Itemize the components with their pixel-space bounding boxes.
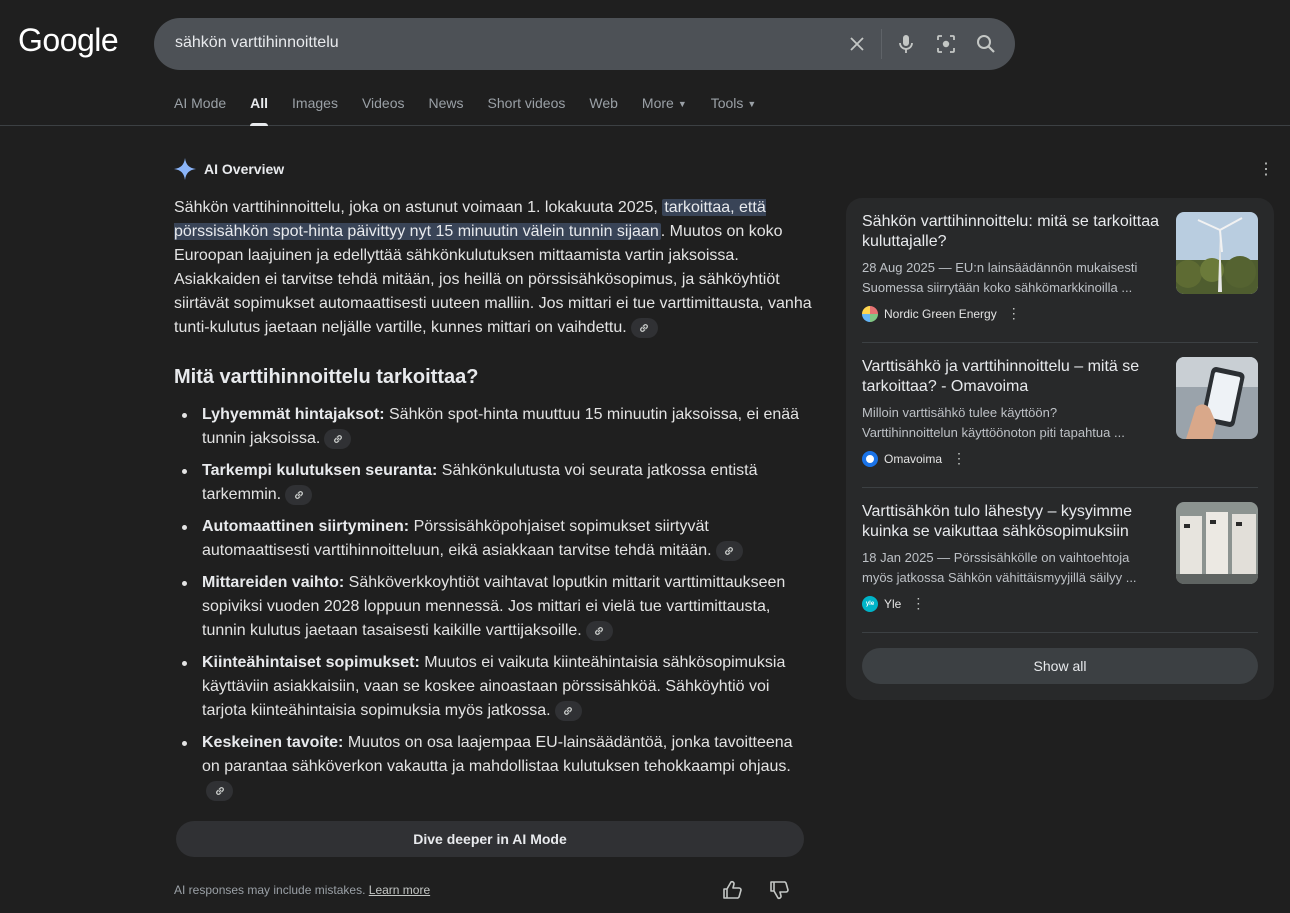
- source-snippet: Milloin varttisähkö tulee käyttöön? Vart…: [862, 403, 1162, 443]
- link-icon[interactable]: [206, 780, 233, 801]
- list-item: Tarkempi kulutuksen seuranta: Sähkönkulu…: [182, 459, 814, 507]
- ai-overview-intro: Sähkön varttihinnoittelu, joka on astunu…: [174, 196, 814, 340]
- tab-label: Videos: [361, 95, 405, 111]
- thumbs-up-icon[interactable]: [721, 879, 745, 903]
- link-icon[interactable]: [715, 540, 743, 561]
- source-thumbnail[interactable]: [1176, 502, 1258, 584]
- tab-label: AI Mode: [174, 95, 227, 111]
- source-card[interactable]: Varttisähkön tulo lähestyy – kysyimme ku…: [862, 488, 1258, 633]
- list-item: Lyhyemmät hintajaksot: Sähkön spot-hinta…: [182, 403, 814, 451]
- more-options-icon[interactable]: ⋮: [1007, 305, 1021, 322]
- bullet-term: Tarkempi kulutuksen seuranta:: [202, 462, 438, 479]
- link-icon[interactable]: [324, 428, 352, 449]
- link-icon[interactable]: [285, 484, 313, 505]
- ai-overview-title: AI Overview: [204, 161, 285, 177]
- tab-label: Tools: [710, 95, 744, 111]
- source-name: Yle: [884, 596, 902, 611]
- source-favicon: [862, 450, 878, 467]
- source-name: Omavoima: [884, 451, 943, 466]
- search-input[interactable]: sähkön varttihinnoittelu: [175, 34, 339, 52]
- source-favicon: yle: [862, 595, 878, 612]
- tab-all[interactable]: All: [250, 95, 268, 126]
- source-title[interactable]: Varttisähkön tulo lähestyy – kysyimme ku…: [862, 502, 1162, 542]
- bullet-term: Automaattinen siirtyminen:: [202, 518, 410, 535]
- tab-label: Images: [292, 95, 338, 111]
- snippet-line: Milloin varttisähkö tulee käyttöön?: [862, 405, 1058, 420]
- microphone-icon[interactable]: [894, 32, 918, 56]
- list-item: Automaattinen siirtyminen: Pörssisähköpo…: [182, 515, 814, 563]
- source-thumbnail[interactable]: [1176, 357, 1258, 439]
- source-snippet: 28 Aug 2025 — EU:n lainsäädännön mukaise…: [862, 258, 1162, 298]
- tab-ai-mode[interactable]: AI Mode: [174, 95, 226, 126]
- tab-videos[interactable]: Videos: [362, 95, 405, 126]
- search-box[interactable]: sähkön varttihinnoittelu: [154, 18, 1015, 70]
- source-attribution: Omavoima ⋮: [862, 450, 966, 467]
- section-heading: Mitä varttihinnoittelu tarkoittaa?: [174, 366, 479, 388]
- link-icon[interactable]: [585, 620, 613, 641]
- more-options-icon[interactable]: ⋮: [1258, 160, 1274, 180]
- tab-short-videos[interactable]: Short videos: [488, 95, 566, 126]
- snippet-line: Varttihinnoittelun käyttöönoton piti tap…: [862, 425, 1125, 440]
- snippet-line: myös jatkossa Sähkön vähittäismyyjillä s…: [862, 570, 1137, 585]
- tab-web[interactable]: Web: [589, 95, 618, 126]
- more-options-icon[interactable]: ⋮: [952, 450, 966, 467]
- source-snippet: 18 Jan 2025 — Pörssisähkölle on vaihtoeh…: [862, 548, 1162, 588]
- lens-icon[interactable]: [934, 32, 958, 56]
- source-card[interactable]: Sähkön varttihinnoittelu: mitä se tarkoi…: [862, 198, 1258, 343]
- bullet-term: Keskeinen tavoite:: [202, 734, 344, 751]
- search-tabs: AI Mode All Images Videos News Short vid…: [174, 95, 780, 126]
- snippet-line: 28 Aug 2025 — EU:n lainsäädännön mukaise…: [862, 260, 1138, 275]
- ai-overview-header: AI Overview: [174, 158, 284, 180]
- ai-overview-content: Sähkön varttihinnoittelu, joka on astunu…: [174, 196, 814, 811]
- link-icon[interactable]: [554, 700, 582, 721]
- source-title[interactable]: Sähkön varttihinnoittelu: mitä se tarkoi…: [862, 212, 1162, 252]
- tab-more[interactable]: More ▼: [642, 95, 687, 126]
- tab-tools[interactable]: Tools ▼: [711, 95, 757, 126]
- tab-label: News: [428, 95, 464, 111]
- more-options-icon[interactable]: ⋮: [911, 595, 925, 612]
- clear-icon[interactable]: [845, 32, 869, 56]
- search-icon[interactable]: [974, 32, 998, 56]
- source-favicon: [862, 305, 878, 322]
- disclaimer-text: AI responses may include mistakes.: [174, 883, 366, 897]
- header: Google sähkön varttihinnoittelu AI Mode …: [0, 0, 1290, 126]
- bullet-term: Kiinteähintaiset sopimukset:: [202, 654, 420, 671]
- tab-images[interactable]: Images: [292, 95, 338, 126]
- google-logo[interactable]: Google: [18, 22, 119, 59]
- tab-label: More: [641, 95, 674, 111]
- source-card[interactable]: Varttisähkö ja varttihinnoittelu – mitä …: [862, 343, 1258, 488]
- list-item: Kiinteähintaiset sopimukset: Muutos ei v…: [182, 651, 814, 723]
- snippet-line: 18 Jan 2025 — Pörssisähkölle on vaihtoeh…: [862, 550, 1130, 565]
- tab-news[interactable]: News: [429, 95, 464, 126]
- list-item: Keskeinen tavoite: Muutos on osa laajemp…: [182, 731, 814, 803]
- intro-text: Sähkön varttihinnoittelu, joka on astunu…: [174, 199, 663, 216]
- learn-more-link[interactable]: Learn more: [369, 883, 430, 897]
- sparkle-icon: [174, 158, 196, 180]
- tab-label: All: [250, 95, 269, 111]
- source-thumbnail[interactable]: [1176, 212, 1258, 294]
- caret-down-icon: ▼: [747, 99, 757, 110]
- show-all-button[interactable]: Show all: [862, 648, 1258, 684]
- sources-panel: Sähkön varttihinnoittelu: mitä se tarkoi…: [846, 198, 1274, 700]
- bullet-list: Lyhyemmät hintajaksot: Sähkön spot-hinta…: [174, 403, 814, 803]
- dive-deeper-button[interactable]: Dive deeper in AI Mode: [176, 821, 804, 857]
- thumbs-down-icon[interactable]: [768, 879, 792, 903]
- source-name: Nordic Green Energy: [884, 306, 997, 321]
- bullet-term: Mittareiden vaihto:: [202, 574, 345, 591]
- tab-label: Short videos: [487, 95, 566, 111]
- search-divider: [881, 29, 882, 59]
- tab-label: Web: [589, 95, 618, 111]
- snippet-line: Suomessa siirrytään koko sähkömarkkinoil…: [862, 280, 1133, 295]
- source-attribution: Nordic Green Energy ⋮: [862, 305, 1021, 322]
- link-icon[interactable]: [630, 317, 658, 338]
- list-item: Mittareiden vaihto: Sähköverkkoyhtiöt va…: [182, 571, 814, 643]
- source-attribution: yle Yle ⋮: [862, 595, 925, 612]
- caret-down-icon: ▼: [677, 99, 687, 110]
- bullet-term: Lyhyemmät hintajaksot:: [202, 406, 385, 423]
- source-title[interactable]: Varttisähkö ja varttihinnoittelu – mitä …: [862, 357, 1162, 397]
- ai-disclaimer: AI responses may include mistakes. Learn…: [174, 883, 430, 897]
